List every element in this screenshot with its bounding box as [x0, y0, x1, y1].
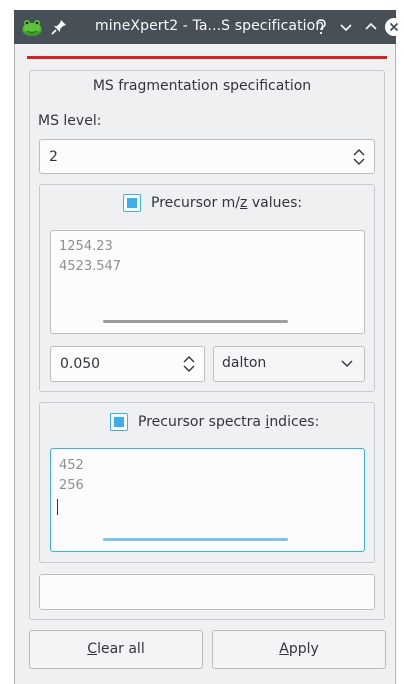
precursor-mz-textarea[interactable]: 1254.23 4523.547: [50, 230, 365, 334]
precursor-mz-checkbox[interactable]: [123, 194, 141, 212]
apply-button[interactable]: Apply: [212, 630, 386, 669]
ms-level-label: MS level:: [38, 113, 102, 129]
precursor-indices-label: Precursor spectra indices:: [138, 414, 320, 430]
mz-value-line: 4523.547: [59, 259, 122, 274]
ms-level-spinbox[interactable]: 2: [39, 139, 375, 174]
clear-all-button[interactable]: Clear all: [29, 630, 203, 669]
chevron-up-icon[interactable]: [360, 16, 382, 38]
horizontal-scrollbar[interactable]: [103, 320, 288, 323]
question-mark-icon[interactable]: [310, 16, 332, 38]
spin-arrows-icon[interactable]: [182, 354, 196, 374]
horizontal-scrollbar[interactable]: [103, 538, 288, 541]
window-title: mineXpert2 - Ta...S specification: [95, 18, 325, 34]
precursor-indices-checkbox[interactable]: [110, 413, 128, 431]
tolerance-spinbox[interactable]: 0.050: [50, 346, 205, 382]
spin-arrows-icon[interactable]: [352, 147, 366, 167]
text-caret: [57, 499, 58, 515]
title-bar[interactable]: mineXpert2 - Ta...S specification: [14, 10, 403, 44]
accent-line: [27, 56, 387, 59]
index-value-line: 256: [59, 478, 84, 493]
unit-selected: dalton: [222, 355, 267, 371]
status-field: [39, 574, 375, 610]
mz-value-line: 1254.23: [59, 239, 113, 254]
chevron-down-icon[interactable]: [335, 16, 357, 38]
tolerance-value: 0.050: [60, 356, 101, 372]
group-title: MS fragmentation specification: [92, 78, 312, 94]
ms-level-value: 2: [49, 149, 58, 165]
frog-app-icon: [22, 20, 42, 36]
index-value-line: 452: [59, 458, 84, 473]
chevron-down-icon: [341, 360, 353, 367]
precursor-indices-textarea[interactable]: 452 256: [50, 448, 365, 552]
precursor-mz-label: Precursor m/z values:: [151, 195, 303, 211]
close-circle-icon[interactable]: [383, 16, 404, 38]
pin-icon[interactable]: [50, 18, 68, 36]
unit-combobox[interactable]: dalton: [213, 346, 365, 382]
